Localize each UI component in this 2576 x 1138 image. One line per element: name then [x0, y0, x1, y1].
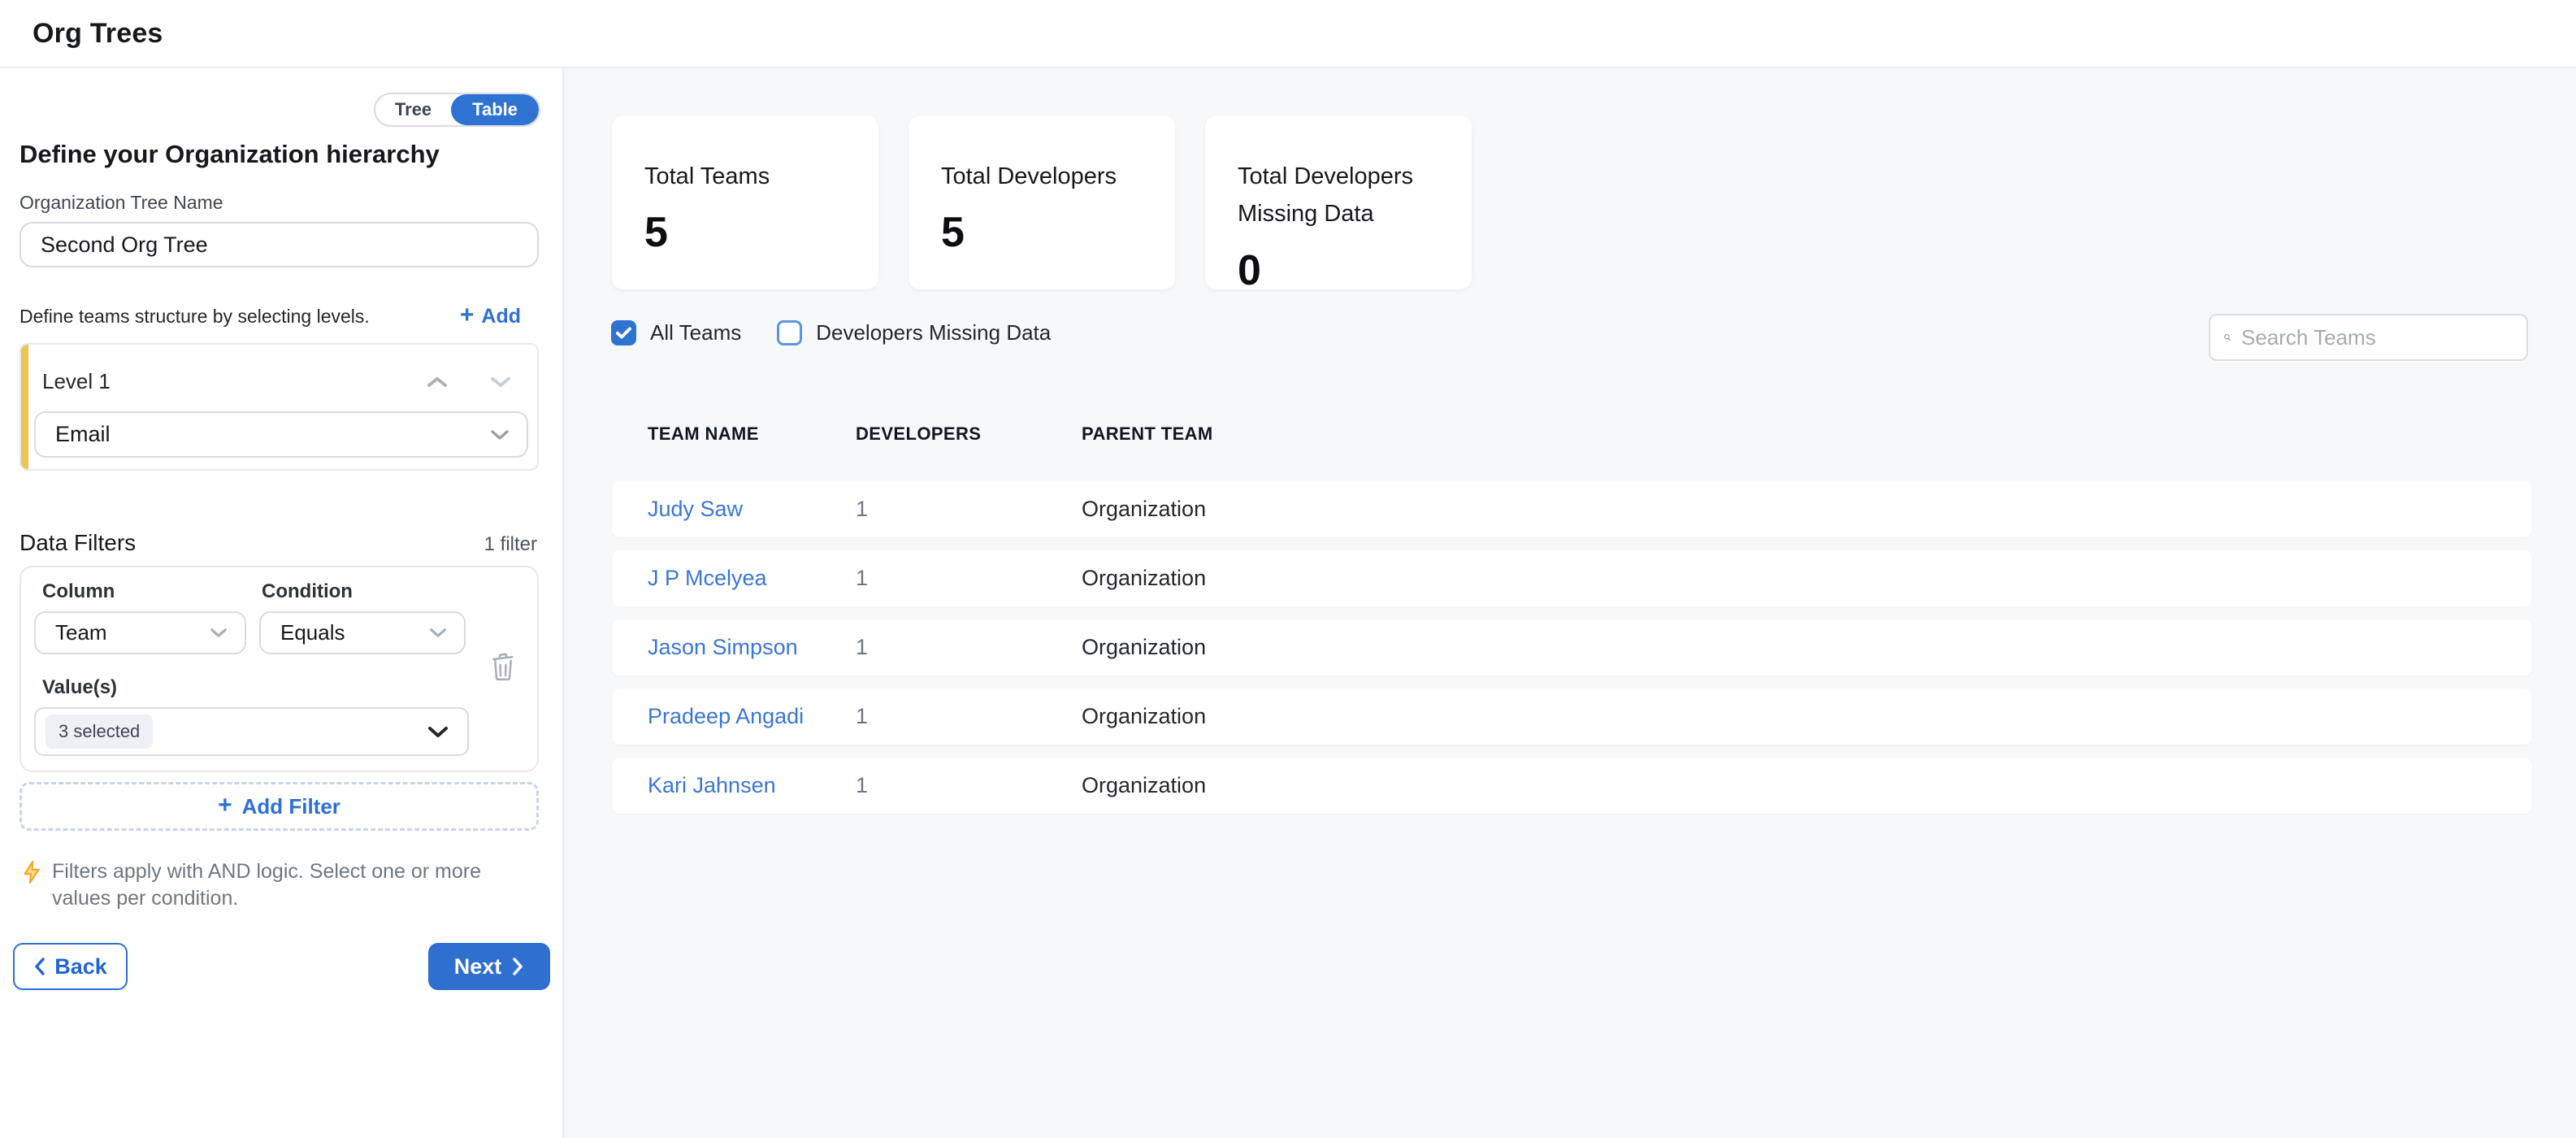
stat-card-total-teams: Total Teams 5 [612, 115, 878, 289]
chevron-left-icon [33, 957, 46, 976]
filter-column-select[interactable]: Team [34, 611, 246, 654]
level-accent-bar [21, 345, 28, 469]
table-row: Kari Jahnsen1Organization [612, 758, 2532, 814]
plus-icon: + [218, 793, 232, 818]
table-row: Jason Simpson1Organization [612, 619, 2532, 675]
team-name-link[interactable]: J P Mcelyea [648, 566, 856, 591]
column-header-developers: DEVELOPERS [856, 423, 1082, 445]
filter-condition-value: Equals [280, 620, 345, 645]
level-field-value: Email [55, 422, 111, 447]
main-panel: Total Teams 5 Total Developers 5 Total D… [564, 68, 2576, 1138]
table-row: J P Mcelyea1Organization [612, 550, 2532, 606]
chevron-down-icon [489, 375, 512, 389]
team-name-link[interactable]: Judy Saw [648, 497, 856, 522]
toggle-table[interactable]: Table [451, 94, 539, 125]
level-field-select[interactable]: Email [34, 411, 528, 458]
data-filters-title: Data Filters [20, 530, 136, 556]
page-title: Org Trees [33, 18, 163, 50]
filters-note: Filters apply with AND logic. Select one… [21, 858, 525, 912]
stat-value: 5 [644, 208, 878, 257]
table-filter-toggles: All Teams Developers Missing Data [611, 320, 1051, 345]
chevron-down-icon [489, 428, 510, 441]
level-card: Level 1 [20, 343, 539, 471]
team-developers-count: 1 [856, 635, 1082, 660]
checkbox-unchecked-icon [777, 320, 802, 345]
add-level-button[interactable]: + Add [460, 304, 521, 328]
search-box [2209, 314, 2528, 361]
search-teams-input[interactable] [2241, 325, 2513, 350]
team-name-link[interactable]: Jason Simpson [648, 635, 856, 660]
next-button[interactable]: Next [428, 943, 550, 990]
table-body: Judy Saw1OrganizationJ P Mcelyea1Organiz… [612, 481, 2532, 827]
team-parent: Organization [1082, 773, 2532, 798]
missing-data-checkbox[interactable]: Developers Missing Data [777, 320, 1051, 345]
filter-card: Column Condition Team Equals [20, 566, 539, 772]
stat-label: Total Developers Missing Data [1238, 158, 1429, 233]
team-developers-count: 1 [856, 704, 1082, 729]
stat-value: 0 [1238, 246, 1472, 295]
tree-name-input[interactable] [20, 222, 539, 267]
sidebar-heading: Define your Organization hierarchy [20, 140, 440, 169]
selected-values-chip: 3 selected [46, 715, 153, 749]
stat-value: 5 [941, 208, 1175, 257]
move-level-down-button[interactable] [488, 373, 513, 391]
add-filter-button[interactable]: + Add Filter [20, 782, 539, 831]
checkmark-icon [616, 327, 631, 339]
stat-label: Total Teams [644, 158, 835, 195]
lightning-bolt-icon [21, 860, 42, 884]
team-developers-count: 1 [856, 566, 1082, 591]
column-label: Column [42, 580, 115, 603]
top-header: Org Trees [0, 0, 2576, 68]
team-name-link[interactable]: Pradeep Angadi [648, 704, 856, 729]
trash-icon [489, 652, 517, 681]
condition-label: Condition [262, 580, 353, 603]
team-name-link[interactable]: Kari Jahnsen [648, 773, 856, 798]
stat-card-missing-data: Total Developers Missing Data 0 [1205, 115, 1472, 289]
stat-label: Total Developers [941, 158, 1132, 195]
app-root: Org Trees Tree Table Define your Organiz… [0, 0, 2576, 1138]
table-row: Pradeep Angadi1Organization [612, 688, 2532, 745]
all-teams-checkbox[interactable]: All Teams [611, 320, 741, 345]
filter-condition-select[interactable]: Equals [259, 611, 466, 654]
filter-count: 1 filter [484, 533, 537, 556]
config-sidebar: Tree Table Define your Organization hier… [0, 68, 564, 1138]
filter-values-select[interactable]: 3 selected [34, 707, 469, 756]
back-button[interactable]: Back [13, 943, 128, 990]
chevron-down-icon [209, 627, 228, 639]
plus-icon: + [460, 303, 475, 328]
values-label: Value(s) [42, 676, 117, 699]
levels-description: Define teams structure by selecting leve… [20, 306, 370, 328]
search-icon [2223, 325, 2231, 350]
team-parent: Organization [1082, 704, 2532, 729]
chevron-down-icon [428, 627, 448, 639]
team-developers-count: 1 [856, 773, 1082, 798]
chevron-right-icon [511, 957, 524, 976]
delete-filter-button[interactable] [489, 652, 517, 681]
team-parent: Organization [1082, 566, 2532, 591]
team-developers-count: 1 [856, 497, 1082, 522]
chevron-up-icon [426, 375, 449, 389]
stat-card-total-developers: Total Developers 5 [909, 115, 1175, 289]
checkbox-checked-icon [611, 320, 636, 345]
filter-column-value: Team [55, 620, 107, 645]
tree-name-label: Organization Tree Name [20, 192, 223, 214]
filters-note-text: Filters apply with AND logic. Select one… [52, 858, 515, 912]
table-row: Judy Saw1Organization [612, 481, 2532, 537]
team-parent: Organization [1082, 635, 2532, 660]
move-level-up-button[interactable] [425, 373, 449, 391]
chevron-down-icon [427, 725, 449, 739]
column-header-team-name: TEAM NAME [648, 423, 856, 445]
toggle-tree[interactable]: Tree [375, 94, 451, 125]
level-label: Level 1 [42, 369, 111, 394]
view-toggle: Tree Table [374, 93, 540, 127]
table-header: TEAM NAME DEVELOPERS PARENT TEAM [612, 418, 2532, 450]
column-header-parent-team: PARENT TEAM [1082, 423, 2532, 445]
team-parent: Organization [1082, 497, 2532, 522]
